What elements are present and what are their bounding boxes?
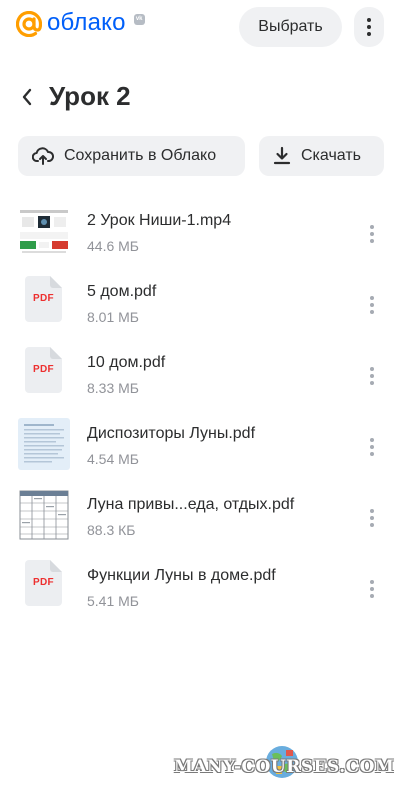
watermark-text: MANY-COURSES.COM (174, 757, 395, 777)
file-size: 4.54 МБ (87, 451, 139, 467)
action-bar: Сохранить в Облако Скачать (18, 136, 388, 176)
top-bar: облако vk Выбрать (0, 0, 400, 56)
file-size: 5.41 МБ (87, 593, 139, 609)
file-list-item[interactable]: PDF 5 дом.pdf 8.01 МБ (0, 266, 400, 337)
file-name: 5 дом.pdf (87, 283, 157, 300)
save-to-cloud-button[interactable]: Сохранить в Облако (18, 136, 245, 176)
file-size: 8.01 МБ (87, 309, 139, 325)
back-button[interactable] (16, 86, 38, 108)
file-more-icon[interactable] (362, 577, 382, 601)
page-title: Урок 2 (49, 81, 131, 111)
document-thumbnail (18, 418, 70, 470)
pdf-file-icon: PDF (25, 276, 62, 322)
file-more-icon[interactable] (362, 293, 382, 317)
file-name: 2 Урок Ниши-1.mp4 (87, 212, 232, 229)
download-button[interactable]: Скачать (259, 136, 384, 176)
more-menu-button[interactable] (354, 7, 384, 47)
file-name: Луна привы...еда, отдых.pdf (87, 496, 295, 513)
file-list-item[interactable]: PDF Функции Луны в доме.pdf 5.41 МБ (0, 550, 400, 621)
select-button[interactable]: Выбрать (239, 7, 342, 47)
save-to-cloud-label: Сохранить в Облако (64, 147, 217, 164)
file-more-icon[interactable] (362, 435, 382, 459)
file-name: Диспозиторы Луны.pdf (87, 425, 256, 442)
table-thumbnail (18, 489, 70, 541)
file-size: 8.33 МБ (87, 380, 139, 396)
file-name: Функции Луны в доме.pdf (87, 567, 276, 584)
file-list-item[interactable]: Луна привы...еда, отдых.pdf 88.3 КБ (0, 479, 400, 550)
download-label: Скачать (301, 147, 361, 164)
file-list-item[interactable]: PDF 10 дом.pdf 8.33 МБ (0, 337, 400, 408)
file-size: 88.3 КБ (87, 522, 136, 538)
file-size: 44.6 МБ (87, 238, 139, 254)
pdf-file-icon: PDF (25, 347, 62, 393)
file-list: 2 Урок Ниши-1.mp4 44.6 МБ PDF 5 дом.pdf … (0, 195, 400, 621)
mail-at-logo-icon (16, 11, 42, 37)
more-vertical-icon (367, 18, 371, 36)
vk-badge-icon: vk (133, 13, 145, 25)
title-row: Урок 2 (0, 78, 400, 118)
cloud-upload-icon (32, 147, 54, 165)
file-list-item[interactable]: Диспозиторы Луны.pdf 4.54 МБ (0, 408, 400, 479)
file-more-icon[interactable] (362, 506, 382, 530)
file-more-icon[interactable] (362, 364, 382, 388)
file-name: 10 дом.pdf (87, 354, 166, 371)
cloud-logo[interactable]: облако vk (16, 9, 145, 38)
video-thumbnail (18, 205, 70, 257)
file-more-icon[interactable] (362, 222, 382, 246)
pdf-file-icon: PDF (25, 560, 62, 606)
chevron-left-icon (22, 88, 32, 106)
logo-text: облако (47, 9, 126, 36)
download-icon (273, 146, 291, 165)
file-list-item[interactable]: 2 Урок Ниши-1.mp4 44.6 МБ (0, 195, 400, 266)
